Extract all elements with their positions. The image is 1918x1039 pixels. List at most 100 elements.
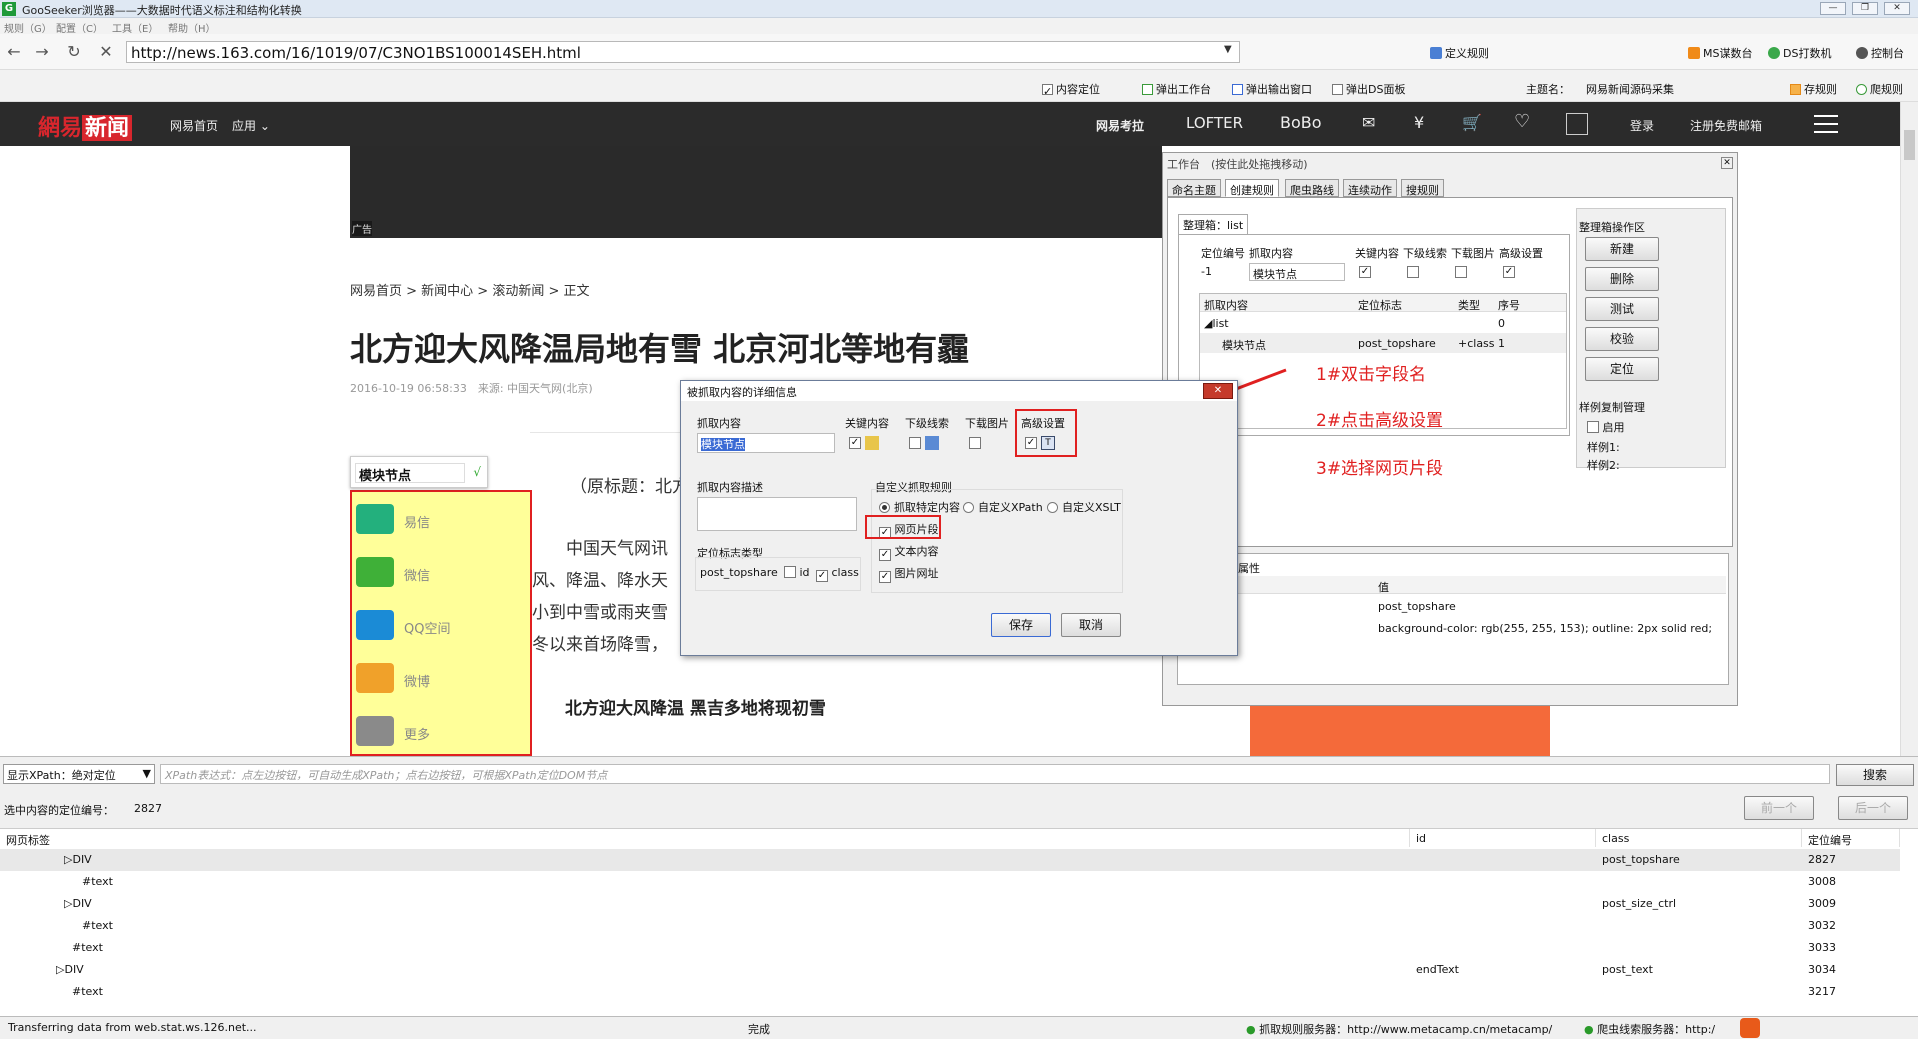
ad-image[interactable] [1250, 704, 1550, 756]
menu-tools[interactable]: 工具（E） [112, 20, 158, 35]
next-button[interactable]: 后一个 [1838, 796, 1908, 820]
ime-icon[interactable] [1740, 1018, 1760, 1038]
tab-search-rule[interactable]: 搜规则 [1401, 179, 1444, 197]
ms-button[interactable]: MS谋数台 [1688, 45, 1752, 61]
close-icon[interactable]: ✕ [1721, 157, 1733, 169]
menu-rule[interactable]: 规则（G） [4, 20, 52, 35]
img-checkbox[interactable] [1455, 266, 1467, 278]
table-row[interactable]: #text 3008 [0, 871, 1900, 893]
hamburger-menu-icon[interactable] [1814, 115, 1838, 133]
control-button[interactable]: 控制台 [1856, 45, 1904, 61]
verify-button[interactable]: 校验 [1585, 327, 1659, 351]
delete-button[interactable]: 删除 [1585, 267, 1659, 291]
crawl-rule-button[interactable]: 爬规则 [1856, 81, 1903, 97]
xpath-radio[interactable] [963, 502, 974, 513]
close-button[interactable]: ✕ [1884, 2, 1910, 15]
share-weibo[interactable]: 微博 [352, 651, 528, 703]
key-checkbox[interactable]: ✓ [1359, 266, 1371, 278]
close-icon[interactable]: ✕ [1203, 383, 1233, 399]
nav-apps-link[interactable]: 应用 ⌄ [232, 117, 270, 134]
table-row[interactable]: ▷DIV post_size_ctrl 3009 [0, 893, 1900, 915]
share-weixin[interactable]: 微信 [352, 545, 528, 597]
table-row[interactable]: #text 3217 [0, 981, 1900, 1003]
nav-kaola[interactable]: 网易考拉 [1096, 117, 1144, 134]
phone-icon[interactable] [1566, 113, 1588, 135]
desc-textarea[interactable] [697, 497, 857, 531]
id-checkbox[interactable] [784, 566, 796, 578]
refresh-icon[interactable]: ↻ [64, 42, 84, 62]
sub-checkbox[interactable] [909, 437, 921, 449]
rule-row-selected[interactable]: 模块节点 post_topshare +class 1 [1200, 333, 1566, 353]
nav-lofter[interactable]: LOFTER [1186, 114, 1243, 132]
ds-button[interactable]: DS打数机 [1768, 45, 1831, 61]
stop-icon[interactable]: ✕ [96, 42, 116, 62]
img-checkbox[interactable] [969, 437, 981, 449]
login-link[interactable]: 登录 [1630, 117, 1654, 134]
breadcrumb[interactable]: 网易首页 > 新闻中心 > 滚动新闻 > 正文 [350, 280, 589, 299]
xslt-radio[interactable] [1047, 502, 1058, 513]
forward-icon[interactable]: → [32, 42, 52, 62]
sub-checkbox[interactable] [1407, 266, 1419, 278]
scroll-thumb[interactable] [1904, 130, 1915, 160]
rule-row[interactable]: ◢list 0 [1200, 313, 1566, 333]
specific-radio[interactable] [879, 502, 890, 513]
class-checkbox[interactable]: ✓ [816, 570, 828, 582]
save-rule-button[interactable]: 存规则 [1790, 81, 1837, 97]
minimize-button[interactable]: — [1820, 2, 1846, 15]
enable-checkbox[interactable] [1587, 421, 1599, 433]
box-tab[interactable]: 整理箱：list [1178, 214, 1249, 236]
mail-icon[interactable]: ✉ [1362, 113, 1375, 132]
register-link[interactable]: 注册免费邮箱 [1690, 117, 1762, 134]
dialog-title[interactable]: 被抓取内容的详细信息 [681, 381, 1237, 401]
nav-home-link[interactable]: 网易首页 [170, 117, 218, 134]
confirm-check-icon[interactable]: √ [473, 465, 481, 479]
menu-config[interactable]: 配置（C） [56, 20, 103, 35]
table-row[interactable]: ▷DIV post_topshare 2827 [0, 849, 1900, 871]
popup-workbench-button[interactable]: 弹出工作台 [1142, 81, 1211, 97]
prev-button[interactable]: 前一个 [1744, 796, 1814, 820]
tab-continuous-action[interactable]: 连续动作 [1343, 179, 1397, 197]
capture-input[interactable]: 模块节点 [697, 433, 835, 453]
text-content-checkbox[interactable]: ✓ [879, 549, 891, 561]
new-button[interactable]: 新建 [1585, 237, 1659, 261]
table-row[interactable]: #text 3033 [0, 937, 1900, 959]
content-locate-toggle[interactable]: ✓ 内容定位 [1042, 81, 1100, 98]
table-row[interactable]: #text 3032 [0, 915, 1900, 937]
content-locate-checkbox[interactable]: ✓ [1042, 84, 1053, 98]
menu-help[interactable]: 帮助（H） [168, 20, 216, 35]
share-qzone[interactable]: QQ空间 [352, 598, 528, 650]
tab-crawler-route[interactable]: 爬虫路线 [1285, 179, 1339, 197]
nav-bobo[interactable]: BoBo [1280, 113, 1322, 132]
locate-button[interactable]: 定位 [1585, 357, 1659, 381]
xpath-input[interactable]: XPath表达式：点左边按钮，可自动生成XPath；点右边按钮，可根据XPath… [160, 764, 1830, 784]
capture-input[interactable]: 模块节点 [1249, 263, 1345, 281]
test-button[interactable]: 测试 [1585, 297, 1659, 321]
url-input[interactable]: http://news.163.com/16/1019/07/C3NO1BS10… [126, 41, 1240, 63]
define-rule-button[interactable]: 定义规则 [1430, 45, 1489, 61]
back-icon[interactable]: ← [4, 42, 24, 62]
tab-name-theme[interactable]: 命名主题 [1167, 179, 1221, 197]
xpath-mode-select[interactable]: 显示XPath：绝对定位 ▼ [3, 764, 155, 784]
module-node-input[interactable]: 模块节点 [355, 463, 465, 484]
url-dropdown-icon[interactable]: ▼ [1224, 44, 1232, 55]
share-yixin[interactable]: 易信 [352, 492, 528, 544]
ad-banner[interactable]: 广告 [350, 146, 1162, 238]
maximize-button[interactable]: ❐ [1852, 2, 1878, 15]
save-button[interactable]: 保存 [991, 613, 1051, 637]
image-url-checkbox[interactable]: ✓ [879, 571, 891, 583]
tab-create-rule[interactable]: 创建规则 [1225, 179, 1279, 197]
workbench-title[interactable]: 工作台 (按住此处拖拽移动) [1163, 153, 1737, 173]
money-icon[interactable]: ¥ [1414, 113, 1424, 132]
page-scrollbar[interactable] [1900, 102, 1918, 756]
share-more[interactable]: 更多 [352, 704, 528, 756]
adv-checkbox[interactable]: ✓ [1503, 266, 1515, 278]
key-checkbox[interactable]: ✓ [849, 437, 861, 449]
popup-ds-button[interactable]: 弹出DS面板 [1332, 81, 1405, 97]
table-row[interactable]: ▷DIV endText post_text 3034 [0, 959, 1900, 981]
netease-logo[interactable]: 網易 新闻 [38, 110, 133, 141]
search-button[interactable]: 搜索 [1836, 764, 1914, 786]
heart-icon[interactable]: ♡ [1514, 111, 1530, 132]
popup-output-button[interactable]: 弹出输出窗口 [1232, 81, 1312, 97]
cart-icon[interactable]: 🛒 [1462, 113, 1482, 132]
cancel-button[interactable]: 取消 [1061, 613, 1121, 637]
